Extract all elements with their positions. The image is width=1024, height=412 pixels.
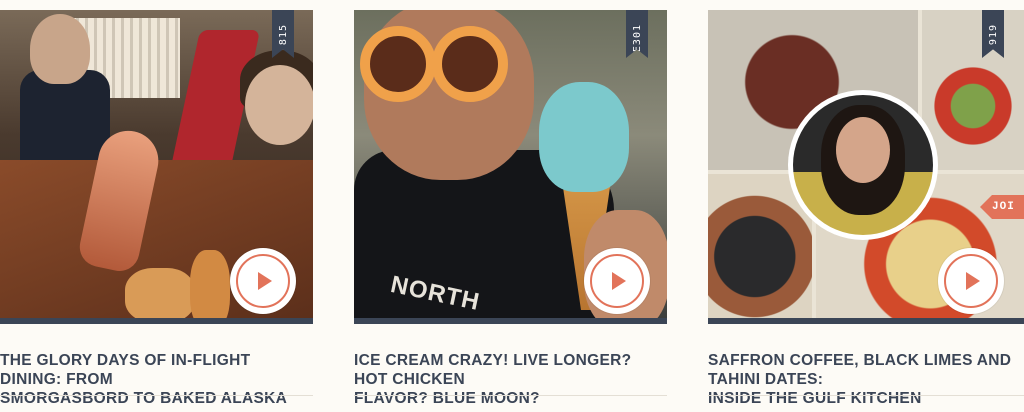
episode-card[interactable]: JOI 919 [708,10,1024,324]
play-icon [612,272,626,290]
episode-thumbnail[interactable]: JOI 919 [708,10,1024,324]
play-button[interactable] [230,248,296,314]
episode-title[interactable]: SAFFRON COFFEE, BLACK LIMES AND TAHINI D… [708,351,1024,408]
thumbnail-bar [708,318,1024,324]
thumbnail-bar [0,318,313,324]
episode-title[interactable]: ICE CREAM CRAZY! LIVE LONGER? HOT CHICKE… [354,351,667,408]
episode-card[interactable]: 815 [0,10,313,324]
thumbnail-bar [354,318,667,324]
episode-thumbnail[interactable]: NORTH E301 [354,10,667,324]
play-icon [966,272,980,290]
play-icon [258,272,272,290]
episode-card[interactable]: NORTH E301 [354,10,667,324]
host-portrait [788,90,938,240]
divider [354,395,667,396]
divider [708,395,1024,396]
play-button[interactable] [584,248,650,314]
episode-thumbnail[interactable]: 815 [0,10,313,324]
play-button[interactable] [938,248,1004,314]
divider [0,395,313,396]
episode-title[interactable]: THE GLORY DAYS OF IN-FLIGHT DINING: FROM… [0,351,313,408]
